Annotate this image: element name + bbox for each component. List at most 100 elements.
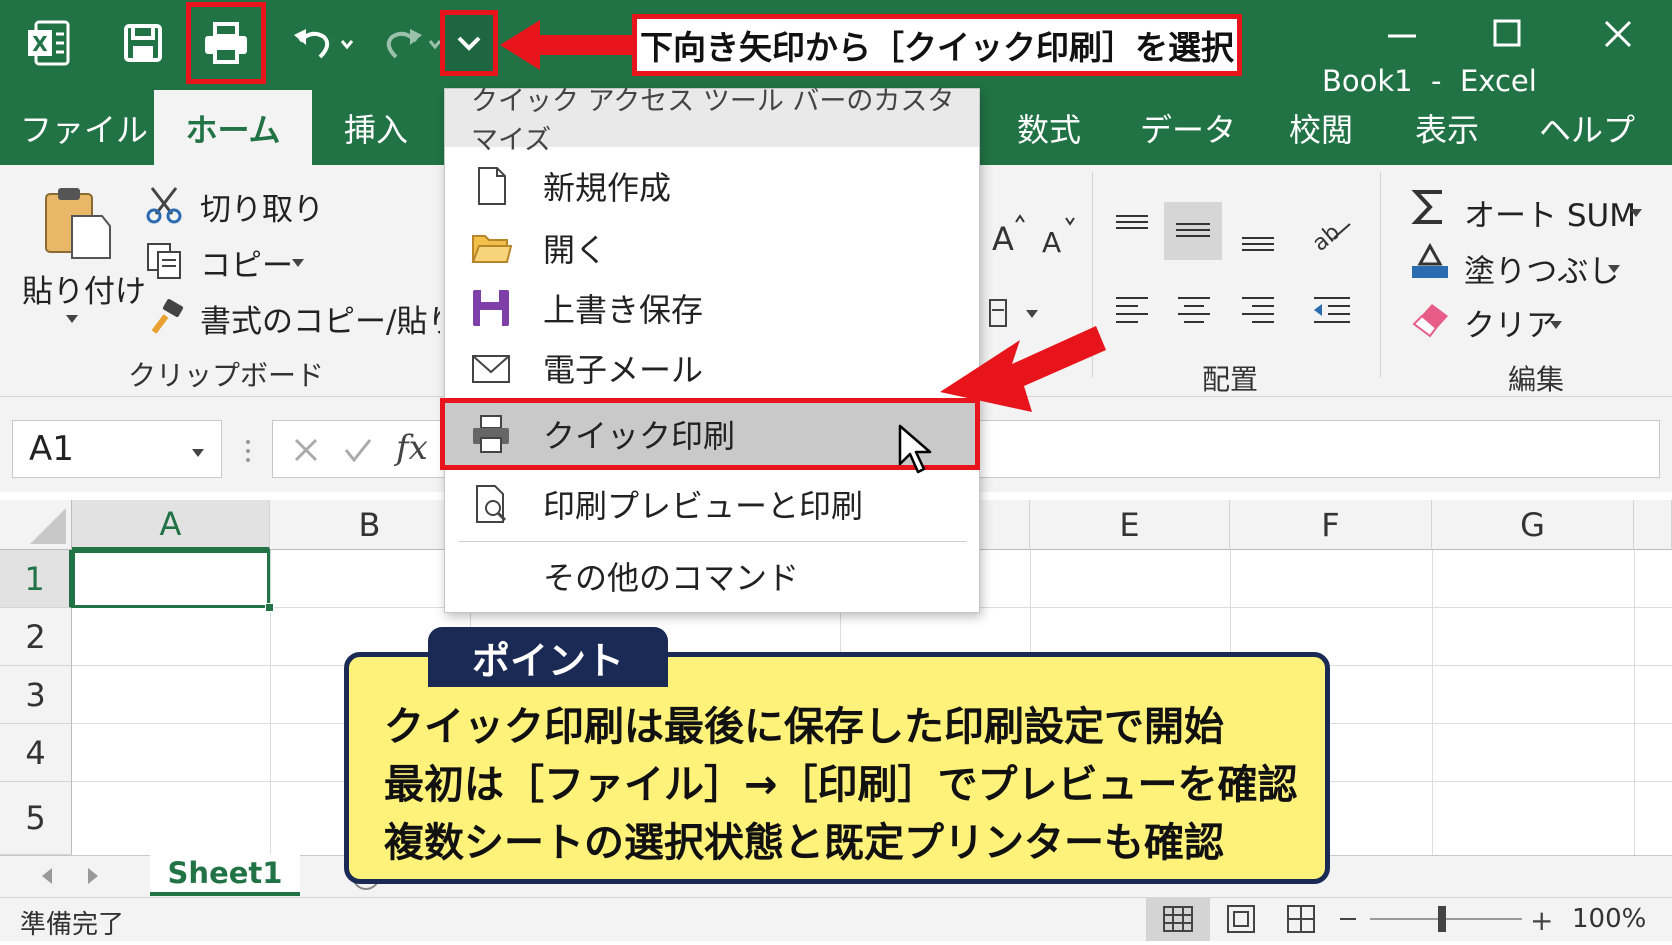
- align-right-icon[interactable]: [1238, 292, 1278, 326]
- svg-text:ab: ab: [1308, 220, 1345, 252]
- decrease-indent-icon[interactable]: [1310, 292, 1354, 326]
- zoom-slider[interactable]: [1370, 918, 1522, 920]
- tab-file[interactable]: ファイル: [14, 90, 154, 165]
- menu-item-email[interactable]: 電子メール: [445, 337, 979, 399]
- pointer-arrow-icon: [500, 20, 640, 70]
- sheet-tab[interactable]: Sheet1: [150, 854, 300, 896]
- menu-item-save[interactable]: 上書き保存: [445, 277, 979, 339]
- minimize-icon[interactable]: [1382, 14, 1422, 54]
- grid-line: [1432, 550, 1433, 855]
- zoom-out-icon[interactable]: [1340, 918, 1356, 920]
- menu-separator: [459, 541, 967, 542]
- copy-dropdown-icon[interactable]: [290, 254, 306, 267]
- save-icon[interactable]: [120, 20, 166, 66]
- cancel-entry-icon[interactable]: [290, 434, 322, 466]
- cut-button[interactable]: 切り取り: [200, 184, 324, 229]
- align-top-icon[interactable]: [1112, 210, 1152, 240]
- tab-help[interactable]: ヘルプ: [1512, 90, 1662, 165]
- quick-print-icon[interactable]: [186, 2, 266, 84]
- clear-dropdown-icon[interactable]: [1548, 316, 1564, 329]
- menu-item-new[interactable]: 新規作成: [445, 155, 979, 217]
- row-header[interactable]: 3: [0, 666, 72, 724]
- new-document-icon: [478, 167, 506, 205]
- save-disk-icon: [473, 290, 509, 326]
- pointer-arrow-icon: [940, 326, 1106, 412]
- column-header[interactable]: E: [1030, 500, 1230, 550]
- align-bottom-icon[interactable]: [1238, 228, 1278, 258]
- paste-icon[interactable]: [40, 184, 112, 262]
- eraser-icon: [1410, 298, 1452, 338]
- fill-dropdown-icon[interactable]: [1606, 260, 1622, 273]
- row-header[interactable]: 5: [0, 782, 72, 855]
- tab-review[interactable]: 校閲: [1258, 90, 1384, 165]
- autosum-button[interactable]: オート SUM: [1464, 190, 1636, 235]
- menu-item-more-commands[interactable]: その他のコマンド: [445, 545, 979, 607]
- autosum-icon: [1410, 186, 1448, 228]
- formula-bar-grip-icon[interactable]: [244, 436, 252, 466]
- undo-icon[interactable]: [290, 20, 360, 66]
- active-cell[interactable]: [72, 550, 270, 608]
- grid-line: [1634, 550, 1635, 855]
- row-header[interactable]: 4: [0, 724, 72, 782]
- column-header-overflow[interactable]: [1634, 500, 1672, 550]
- close-icon[interactable]: [1598, 14, 1638, 54]
- name-box-dropdown-icon[interactable]: [190, 444, 206, 457]
- increase-font-icon[interactable]: A: [990, 210, 1030, 258]
- callout-line: 複数シートの選択状態と既定プリンターも確認: [384, 820, 1224, 866]
- envelope-icon: [472, 355, 510, 383]
- page-layout-view-icon[interactable]: [1224, 902, 1258, 936]
- column-header[interactable]: G: [1432, 500, 1634, 550]
- select-all-corner[interactable]: [0, 500, 72, 550]
- tab-formulas[interactable]: 数式: [990, 90, 1108, 165]
- column-header[interactable]: B: [270, 500, 470, 550]
- column-header[interactable]: A: [72, 500, 270, 550]
- folder-icon: [471, 235, 513, 263]
- autosum-dropdown-icon[interactable]: [1628, 204, 1644, 217]
- tab-home[interactable]: ホーム: [154, 90, 312, 165]
- svg-text:A: A: [992, 220, 1014, 256]
- paste-dropdown-icon[interactable]: [64, 310, 80, 323]
- tab-insert[interactable]: 挿入: [312, 90, 440, 165]
- clear-button[interactable]: クリア: [1464, 300, 1557, 345]
- sheet-scroll-left-icon[interactable]: [40, 866, 54, 886]
- callout-line: 最初は［ファイル］→［印刷］でプレビューを確認: [384, 762, 1298, 808]
- editing-group-label: 編集: [1508, 363, 1565, 396]
- normal-view-icon[interactable]: [1146, 897, 1210, 941]
- confirm-entry-icon[interactable]: [342, 434, 374, 466]
- zoom-slider-thumb[interactable]: [1438, 906, 1446, 932]
- menu-item-label: その他のコマンド: [543, 559, 800, 597]
- decrease-font-icon[interactable]: A: [1040, 212, 1080, 259]
- svg-text:A: A: [1042, 226, 1061, 258]
- align-middle-icon[interactable]: [1164, 202, 1222, 260]
- align-left-icon[interactable]: [1112, 292, 1152, 326]
- redo-icon[interactable]: [378, 20, 448, 66]
- copy-button[interactable]: コピー: [200, 240, 293, 285]
- format-painter-icon: [144, 298, 186, 338]
- format-painter-button[interactable]: 書式のコピー/貼り付け: [200, 296, 440, 341]
- fill-handle[interactable]: [265, 603, 274, 612]
- excel-logo-icon: X: [26, 20, 72, 66]
- sheet-scroll-right-icon[interactable]: [86, 866, 100, 886]
- orientation-icon[interactable]: ab: [1306, 208, 1354, 257]
- column-header[interactable]: F: [1230, 500, 1432, 550]
- insert-function-button[interactable]: fx: [396, 428, 428, 468]
- zoom-in-icon[interactable]: +: [1530, 904, 1553, 937]
- page-break-view-icon[interactable]: [1284, 902, 1318, 936]
- tab-view[interactable]: 表示: [1384, 90, 1510, 165]
- maximize-icon[interactable]: [1488, 14, 1528, 54]
- fill-button[interactable]: 塗りつぶし: [1464, 246, 1619, 291]
- align-center-icon[interactable]: [1174, 292, 1214, 326]
- menu-item-print-preview[interactable]: 印刷プレビューと印刷: [445, 473, 979, 535]
- row-header[interactable]: 2: [0, 608, 72, 666]
- row-header[interactable]: 1: [0, 550, 72, 608]
- scissors-icon: [144, 184, 184, 224]
- tab-data[interactable]: データ: [1118, 90, 1258, 165]
- mouse-cursor-icon: [898, 424, 932, 474]
- customize-dropdown-icon[interactable]: [440, 10, 498, 76]
- zoom-level[interactable]: 100%: [1572, 904, 1646, 934]
- menu-item-open[interactable]: 開く: [445, 217, 979, 279]
- clipboard-group-label: クリップボード: [128, 359, 325, 392]
- copy-icon: [144, 240, 184, 280]
- callout-tag: ポイント: [428, 627, 668, 687]
- paste-button[interactable]: 貼り付け: [22, 266, 146, 311]
